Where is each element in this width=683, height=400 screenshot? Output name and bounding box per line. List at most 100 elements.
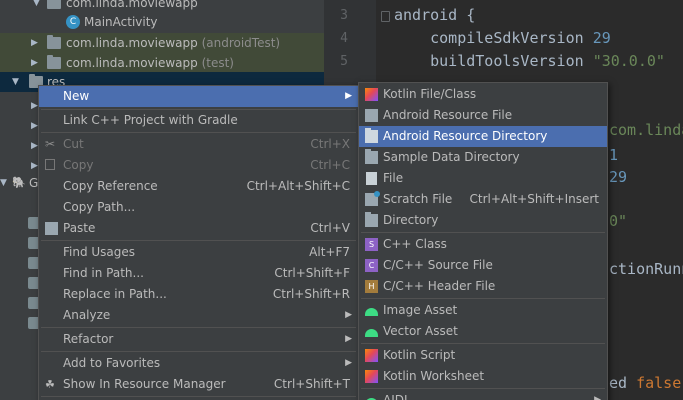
- menu-separator: [361, 298, 605, 299]
- folder-icon: [365, 128, 378, 143]
- menu-item-kotlin-script[interactable]: Kotlin Script: [359, 345, 607, 366]
- gradle-icon: 🐘: [12, 176, 26, 189]
- menu-item-cpp-source-file[interactable]: C C/C++ Source File: [359, 255, 607, 276]
- menu-item-find-in-path[interactable]: Find in Path... Ctrl+Shift+F: [39, 263, 358, 284]
- menu-separator: [41, 327, 356, 328]
- menu-separator: [41, 132, 356, 133]
- cpp-class-icon: S: [365, 238, 378, 251]
- menu-item-analyze[interactable]: Analyze ▶: [39, 305, 358, 326]
- menu-item-cpp-header-file[interactable]: H C/C++ Header File: [359, 276, 607, 297]
- menu-item-vector-asset[interactable]: Vector Asset: [359, 321, 607, 342]
- menu-separator: [41, 396, 356, 397]
- tree-item-mainactivity[interactable]: C MainActivity: [0, 12, 324, 32]
- menu-item-android-resource-directory[interactable]: Android Resource Directory: [359, 126, 607, 147]
- file-icon: [366, 172, 377, 185]
- code-line[interactable]: buildToolsVersion "30.0.0": [394, 52, 665, 70]
- paste-icon: [45, 222, 58, 235]
- cpp-header-icon: H: [365, 280, 378, 293]
- collapse-arrow-icon[interactable]: ▶: [31, 136, 38, 156]
- package-folder-icon: [47, 55, 61, 69]
- menu-item-refactor[interactable]: Refactor ▶: [39, 329, 358, 350]
- code-text: buildToolsVersion: [394, 52, 593, 70]
- chevron-right-icon: ▶: [345, 91, 352, 101]
- fold-marker-icon[interactable]: [381, 11, 390, 22]
- menu-separator: [361, 232, 605, 233]
- code-text: ed: [609, 374, 637, 392]
- context-menu: New ▶ Link C++ Project with Gradle ✂ Cut…: [38, 85, 359, 400]
- android-icon: [365, 308, 378, 316]
- menu-item-sample-data-directory[interactable]: Sample Data Directory: [359, 147, 607, 168]
- menu-item-kotlin-worksheet[interactable]: Kotlin Worksheet: [359, 366, 607, 387]
- menu-item-new[interactable]: New ▶: [39, 86, 358, 107]
- chevron-right-icon: ▶: [345, 334, 352, 344]
- code-line[interactable]: compileSdkVersion 29: [394, 29, 611, 47]
- chevron-right-icon: ▶: [345, 310, 352, 320]
- menu-separator: [361, 343, 605, 344]
- code-line[interactable]: 29: [609, 168, 627, 186]
- android-icon: [365, 329, 378, 337]
- copy-icon: [45, 159, 55, 170]
- code-line[interactable]: android {: [394, 6, 475, 24]
- code-number[interactable]: 1: [609, 146, 618, 164]
- scratch-file-icon: [365, 191, 380, 206]
- menu-item-show-in-resource-manager[interactable]: ☘ Show In Resource Manager Ctrl+Shift+T: [39, 374, 358, 395]
- package-folder-icon: [47, 35, 61, 49]
- tree-item-test[interactable]: ▶ com.linda.moviewapp (test): [0, 53, 324, 73]
- folder-icon: [365, 212, 378, 227]
- menu-separator: [41, 240, 356, 241]
- code-line[interactable]: ed false: [609, 374, 681, 392]
- code-string[interactable]: com.linda: [609, 121, 683, 139]
- menu-item-find-usages[interactable]: Find Usages Alt+F7: [39, 242, 358, 263]
- code-string[interactable]: 0": [609, 212, 627, 230]
- menu-item-scratch-file[interactable]: Scratch File Ctrl+Alt+Shift+Insert: [359, 189, 607, 210]
- kotlin-script-icon: [365, 349, 378, 362]
- menu-item-copy-path[interactable]: Copy Path...: [39, 197, 358, 218]
- menu-item-copy-reference[interactable]: Copy Reference Ctrl+Alt+Shift+C: [39, 176, 358, 197]
- line-number: 4: [340, 31, 348, 46]
- code-keyword: false: [636, 374, 682, 392]
- menu-item-aidl[interactable]: AIDL ▶: [359, 390, 607, 400]
- collapse-arrow-icon[interactable]: ▶: [31, 96, 38, 116]
- line-number: 5: [340, 54, 348, 69]
- code-number: 29: [592, 29, 611, 47]
- menu-separator: [41, 351, 356, 352]
- tree-item-label: com.linda.moviewapp: [66, 36, 198, 50]
- menu-item-copy[interactable]: Copy Ctrl+C: [39, 155, 358, 176]
- package-folder-icon: [47, 0, 61, 9]
- collapse-arrow-icon[interactable]: ▶: [31, 116, 38, 136]
- menu-separator: [361, 388, 605, 389]
- new-submenu: Kotlin File/Class Android Resource File …: [358, 82, 608, 400]
- menu-item-paste[interactable]: Paste Ctrl+V: [39, 218, 358, 239]
- menu-item-kotlin-file-class[interactable]: Kotlin File/Class: [359, 84, 607, 105]
- tree-item-label: com.linda.moviewapp: [66, 56, 198, 70]
- menu-item-file[interactable]: File: [359, 168, 607, 189]
- menu-item-add-to-favorites[interactable]: Add to Favorites ▶: [39, 353, 358, 374]
- kotlin-file-icon: [365, 88, 378, 101]
- tree-item-suffix: (test): [197, 56, 234, 70]
- expand-arrow-icon[interactable]: ▼: [12, 72, 19, 92]
- kotlin-worksheet-icon: [365, 370, 378, 383]
- code-text[interactable]: ctionRunner: [609, 260, 683, 278]
- menu-item-directory[interactable]: Directory: [359, 210, 607, 231]
- resource-file-icon: [365, 109, 378, 122]
- code-text: compileSdkVersion: [394, 29, 593, 47]
- tree-item-androidtest[interactable]: ▶ com.linda.moviewapp (androidTest): [0, 33, 324, 53]
- resource-manager-icon: ☘: [45, 378, 55, 391]
- scissors-icon: ✂: [45, 137, 56, 151]
- expand-arrow-icon[interactable]: ▼: [0, 173, 7, 193]
- line-number: 3: [340, 8, 348, 23]
- chevron-right-icon: ▶: [345, 358, 352, 368]
- collapse-arrow-icon[interactable]: ▶: [31, 33, 38, 53]
- folder-icon: [365, 149, 378, 164]
- tree-item-suffix: (androidTest): [197, 36, 281, 50]
- chevron-right-icon: ▶: [594, 395, 601, 400]
- menu-item-image-asset[interactable]: Image Asset: [359, 300, 607, 321]
- class-icon: C: [66, 15, 80, 29]
- menu-item-replace-in-path[interactable]: Replace in Path... Ctrl+Shift+R: [39, 284, 358, 305]
- collapse-arrow-icon[interactable]: ▶: [31, 53, 38, 73]
- menu-item-cut[interactable]: ✂ Cut Ctrl+X: [39, 134, 358, 155]
- code-number: 29: [609, 168, 628, 186]
- menu-item-android-resource-file[interactable]: Android Resource File: [359, 105, 607, 126]
- menu-item-link-cpp[interactable]: Link C++ Project with Gradle: [39, 110, 358, 131]
- menu-item-cpp-class[interactable]: S C++ Class: [359, 234, 607, 255]
